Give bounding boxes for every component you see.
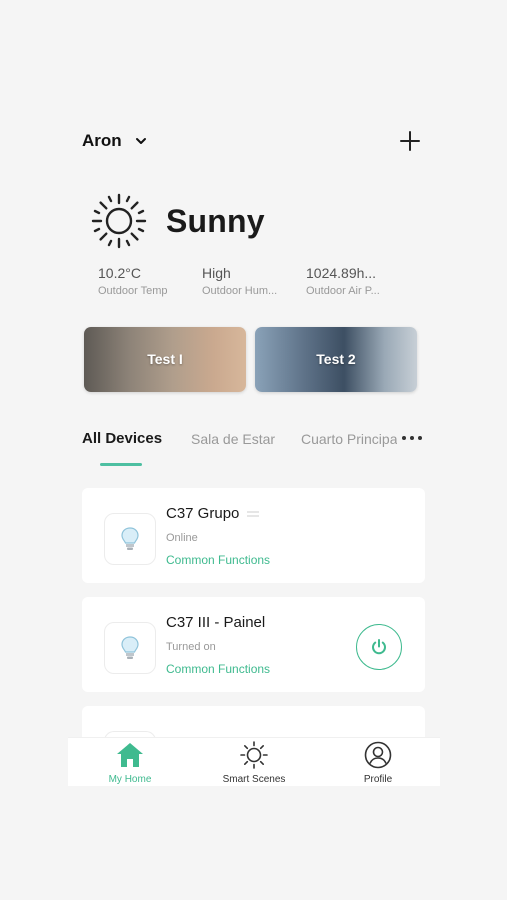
sunny-weather-icon bbox=[91, 193, 147, 249]
device-name: C37 Grupo bbox=[166, 505, 260, 522]
device-card[interactable]: C37 III - Painel Turned on Common Functi… bbox=[82, 597, 425, 692]
profile-icon bbox=[364, 741, 392, 769]
stat-outdoor-air-pressure: 1024.89h... Outdoor Air P... bbox=[306, 265, 410, 297]
room-tabs: All Devices Sala de Estar Cuarto Princip… bbox=[82, 430, 423, 468]
nav-label: My Home bbox=[108, 774, 152, 785]
stat-outdoor-temp: 10.2°C Outdoor Temp bbox=[98, 265, 202, 297]
stat-value: 10.2°C bbox=[98, 265, 141, 281]
tab-all-devices[interactable]: All Devices bbox=[82, 430, 162, 447]
device-card[interactable]: C37 Grupo Online Common Functions bbox=[82, 488, 425, 583]
nav-profile[interactable]: Profile bbox=[328, 740, 428, 785]
stat-label: Outdoor Air P... bbox=[306, 285, 380, 297]
home-name: Aron bbox=[82, 131, 122, 150]
weather-condition: Sunny bbox=[166, 202, 265, 239]
sun-icon bbox=[240, 741, 268, 769]
device-status: Online bbox=[166, 532, 198, 544]
weather-summary: Sunny bbox=[90, 192, 265, 250]
stat-label: Outdoor Hum... bbox=[202, 285, 278, 297]
light-bulb-icon bbox=[121, 636, 139, 659]
scene-card-test-1[interactable]: Test I bbox=[84, 327, 246, 392]
tab-sala-de-estar[interactable]: Sala de Estar bbox=[191, 431, 275, 447]
home-header: Aron bbox=[82, 126, 421, 156]
nav-label: Smart Scenes bbox=[222, 774, 286, 785]
power-icon bbox=[372, 639, 386, 655]
weather-stats: 10.2°C Outdoor Temp High Outdoor Hum... … bbox=[98, 265, 410, 297]
light-bulb-icon bbox=[121, 527, 139, 550]
scene-card-test-2[interactable]: Test 2 bbox=[255, 327, 417, 392]
scene-cards: Test I Test 2 bbox=[84, 327, 417, 392]
stat-outdoor-humidity: High Outdoor Hum... bbox=[202, 265, 306, 297]
stat-label: Outdoor Temp bbox=[98, 285, 168, 297]
chevron-down-icon bbox=[135, 138, 146, 144]
device-icon bbox=[104, 513, 156, 565]
tab-cuarto-principal[interactable]: Cuarto Principal bbox=[301, 431, 397, 447]
stat-value: 1024.89h... bbox=[306, 265, 377, 281]
scene-label: Test 2 bbox=[316, 351, 356, 367]
nav-my-home[interactable]: My Home bbox=[80, 740, 180, 785]
power-toggle-button[interactable] bbox=[356, 624, 402, 670]
nav-smart-scenes[interactable]: Smart Scenes bbox=[204, 740, 304, 785]
scene-label: Test I bbox=[147, 351, 183, 367]
device-icon bbox=[104, 622, 156, 674]
nav-label: Profile bbox=[363, 774, 393, 785]
group-icon bbox=[247, 511, 260, 518]
stat-value: High bbox=[202, 265, 231, 281]
device-name: C37 III - Painel bbox=[166, 614, 266, 631]
home-icon bbox=[117, 743, 143, 767]
device-status: Turned on bbox=[166, 641, 216, 653]
common-functions-link[interactable]: Common Functions bbox=[166, 553, 270, 567]
more-icon[interactable] bbox=[401, 430, 423, 446]
active-tab-indicator bbox=[100, 463, 142, 466]
home-selector[interactable]: Aron bbox=[82, 131, 148, 151]
common-functions-link[interactable]: Common Functions bbox=[166, 662, 270, 676]
bottom-nav: My Home Smart Scenes Profile bbox=[68, 738, 440, 786]
add-icon[interactable] bbox=[399, 130, 421, 152]
